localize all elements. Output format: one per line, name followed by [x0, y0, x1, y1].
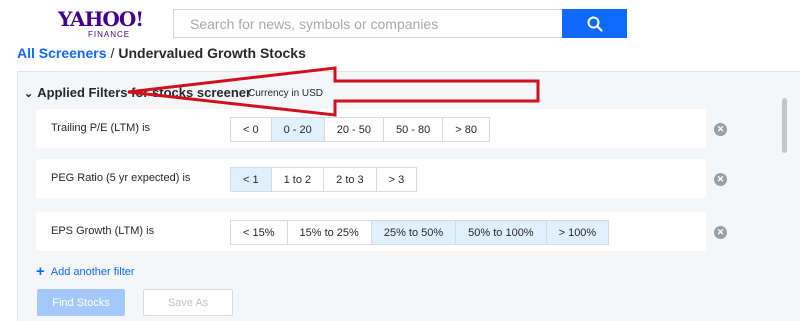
filter-option-button[interactable]: > 100% — [545, 220, 610, 245]
filter-row: EPS Growth (LTM) is < 15% 15% to 25% 25% to… — [36, 212, 706, 251]
yahoo-finance-logo[interactable]: YAHOO! FINANCE — [58, 7, 144, 39]
header: YAHOO! FINANCE — [0, 0, 800, 46]
remove-filter-icon[interactable]: ✕ — [714, 173, 727, 186]
breadcrumb: All Screeners / Undervalued Growth Stocks — [17, 45, 306, 61]
filter-row: Trailing P/E (LTM) is < 00 - 20 20 - 50 50 … — [36, 109, 706, 148]
breadcrumb-separator: / — [110, 45, 115, 61]
chevron-down-icon: ⌄ — [24, 88, 34, 100]
search-icon — [587, 16, 603, 32]
applied-filters-toggle[interactable]: ⌄ Applied Filters for stocks screener — [24, 85, 251, 100]
filter-option-button[interactable]: 20 - 50 — [323, 117, 384, 142]
filter-label: PEG Ratio (5 yr expected) is — [51, 172, 191, 184]
remove-filter-icon[interactable]: ✕ — [714, 123, 727, 136]
search-button[interactable] — [562, 9, 627, 38]
save-as-button[interactable]: Save As — [143, 289, 233, 316]
page-title: Undervalued Growth Stocks — [118, 45, 306, 61]
add-filter-link[interactable]: + Add another filter — [36, 263, 135, 280]
filter-option-button[interactable]: 2 to 3 — [323, 167, 377, 192]
logo-main: YAHOO! — [58, 7, 144, 31]
scrollbar[interactable] — [782, 98, 787, 153]
filter-option-button[interactable]: 1 to 2 — [270, 167, 325, 192]
currency-note: Currency in USD — [248, 88, 324, 99]
applied-filters-title: Applied Filters for stocks screener — [37, 85, 252, 100]
filter-label: EPS Growth (LTM) is — [51, 225, 155, 237]
remove-filter-icon[interactable]: ✕ — [714, 226, 727, 239]
filter-option-button[interactable]: 25% to 50% — [370, 220, 457, 245]
filter-option-button[interactable]: 15% to 25% — [286, 220, 372, 245]
filter-option-button[interactable]: < 1 — [230, 167, 272, 192]
filter-options: < 11 to 22 to 3 > 3 — [230, 167, 418, 192]
filter-option-button[interactable]: > 3 — [375, 167, 418, 192]
logo-sub: FINANCE — [88, 30, 131, 39]
plus-icon: + — [36, 263, 45, 280]
filter-option-button[interactable]: 0 - 20 — [270, 117, 325, 142]
add-filter-label: Add another filter — [50, 266, 135, 278]
filter-options: < 15% 15% to 25% 25% to 50% 50% to 100% > 10… — [230, 220, 610, 245]
filter-row: PEG Ratio (5 yr expected) is < 11 to 22 t… — [36, 159, 706, 198]
filter-option-button[interactable]: 50 - 80 — [383, 117, 444, 142]
filter-option-button[interactable]: < 0 — [230, 117, 272, 142]
filter-option-button[interactable]: < 15% — [230, 220, 288, 245]
breadcrumb-all-screeners[interactable]: All Screeners — [17, 45, 107, 61]
filter-option-button[interactable]: 50% to 100% — [455, 220, 547, 245]
filter-label: Trailing P/E (LTM) is — [51, 122, 151, 134]
filter-options: < 00 - 20 20 - 50 50 - 80 > 80 — [230, 117, 490, 142]
find-stocks-button[interactable]: Find Stocks — [37, 289, 125, 316]
search-input[interactable] — [173, 9, 562, 38]
filter-option-button[interactable]: > 80 — [442, 117, 490, 142]
